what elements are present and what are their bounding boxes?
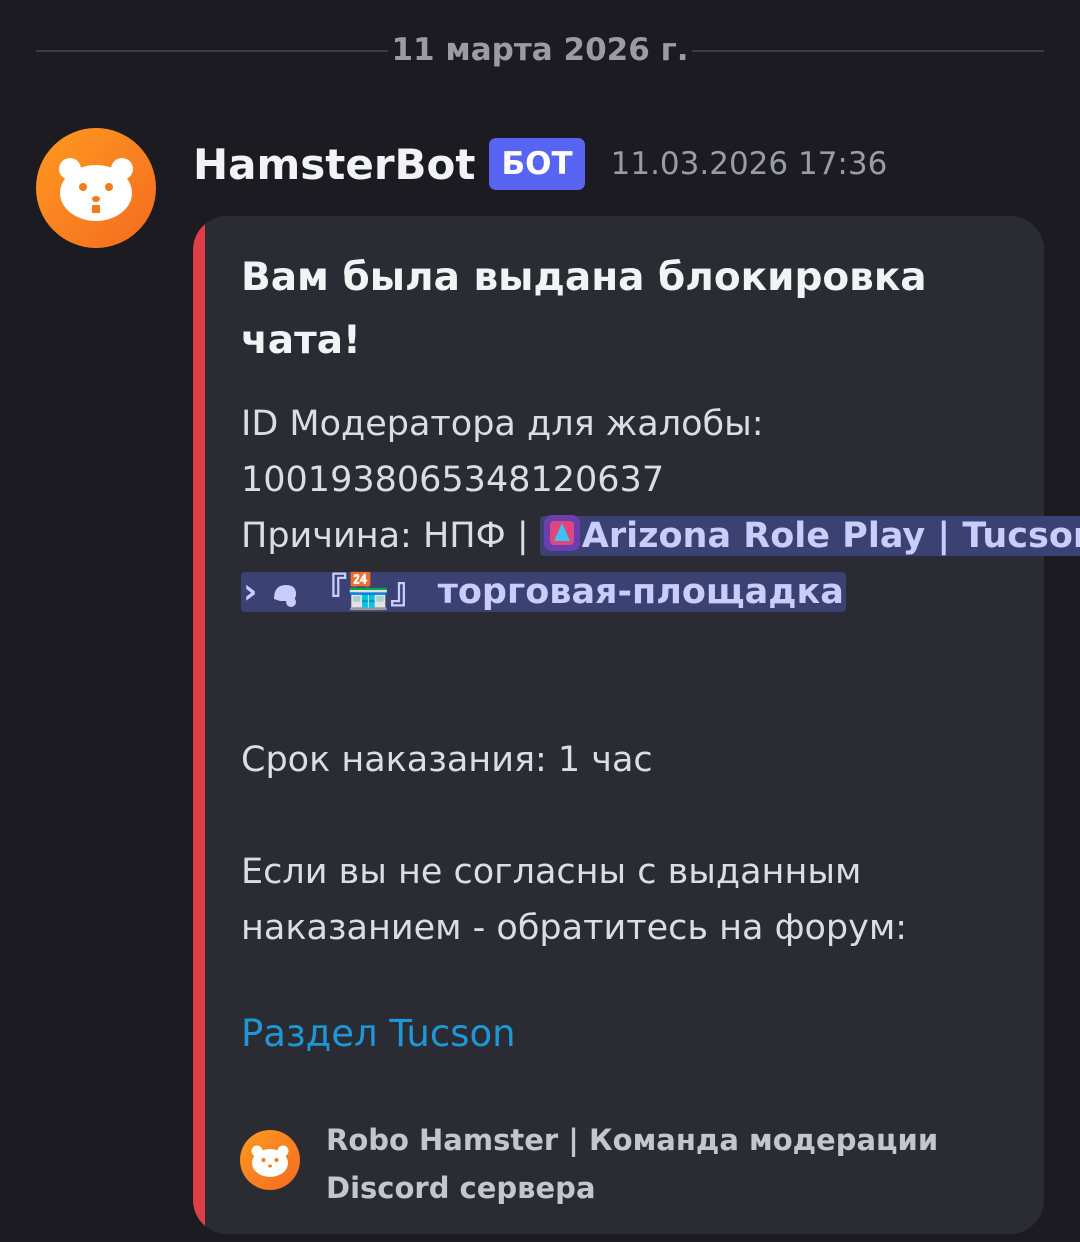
channel-mention[interactable]: Arizona Role Play | Tucson — [539, 515, 1080, 556]
divider-line-left — [36, 50, 388, 52]
punishment-term: Срок наказания: 1 час — [241, 740, 653, 780]
embed-footer: Robo Hamster | Команда модерации Discord… — [326, 1123, 939, 1205]
moderator-id: 1001938065348120637 — [241, 460, 665, 500]
mention-server: Arizona Role Play | Tucson — [581, 516, 1080, 556]
moderator-label: ID Модератора для жалобы: — [241, 404, 764, 444]
channel-mention-cont[interactable]: › 『🏪』 торговая-площадка — [241, 572, 846, 612]
reason-line-2: › 『🏪』 торговая-площадка — [241, 564, 1021, 620]
forum-channel-icon — [273, 585, 296, 607]
embed-title: Вам была выдана блокировка чата! — [241, 255, 927, 363]
author-name[interactable]: HamsterBot — [193, 140, 475, 189]
server-icon — [543, 515, 580, 551]
mention-separator: › — [243, 572, 258, 612]
date-divider-text: 11 марта 2026 г. — [391, 32, 689, 68]
message-header: HamsterBot БОТ 11.03.2026 17:36 — [193, 134, 887, 194]
reason-line: Причина: НПФ | Arizona Role Play | Tucso… — [241, 508, 1080, 564]
author-avatar[interactable] — [36, 128, 156, 248]
embed-description: ID Модератора для жалобы: 10019380653481… — [241, 396, 1080, 956]
reason-label: Причина: НПФ | — [241, 516, 529, 556]
embed-accent-bar — [193, 216, 205, 1234]
forum-link[interactable]: Раздел Tucson — [241, 1012, 516, 1055]
appeal-line-1: Если вы не согласны с выданным — [241, 852, 862, 892]
footer-avatar — [240, 1130, 300, 1190]
message-timestamp: 11.03.2026 17:36 — [610, 146, 888, 182]
appeal-line-2: наказанием - обратитесь на форум: — [241, 908, 908, 948]
hamster-icon — [251, 1145, 289, 1177]
divider-line-right — [692, 50, 1044, 52]
hamster-icon — [59, 158, 133, 221]
date-divider: 11 марта 2026 г. — [36, 28, 1044, 72]
bot-badge: БОТ — [489, 138, 585, 190]
mention-channel: 『🏪』 торговая-площадка — [311, 572, 844, 612]
